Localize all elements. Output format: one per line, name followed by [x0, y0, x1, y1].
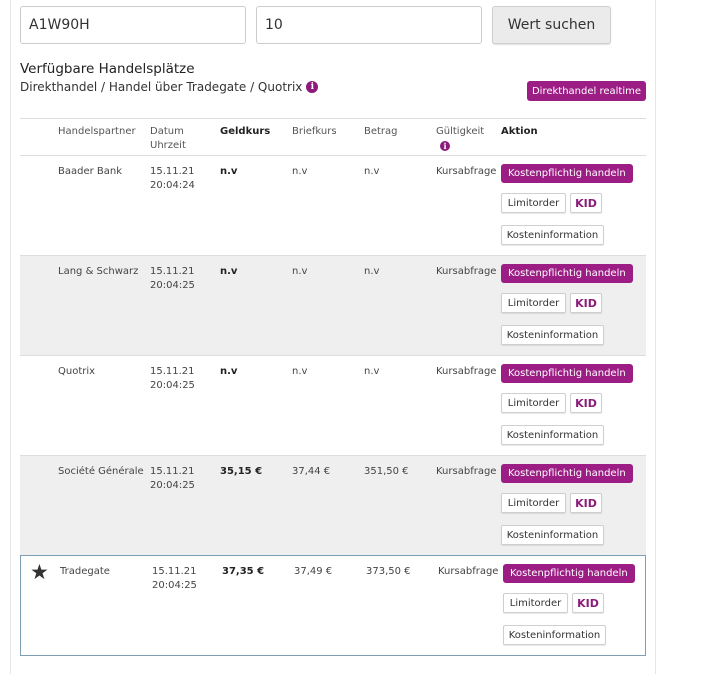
trade-time: 20:04:25: [150, 480, 195, 491]
kostenpflichtig-handeln-button[interactable]: Kostenpflichtig handeln: [501, 464, 633, 483]
kosteninformation-button[interactable]: Kosteninformation: [503, 625, 606, 645]
limitorder-button[interactable]: Limitorder: [501, 193, 566, 213]
kosteninformation-button[interactable]: Kosteninformation: [501, 525, 604, 545]
info-icon[interactable]: i: [306, 81, 319, 93]
trade-datetime: 15.11.21 20:04:25: [152, 565, 197, 593]
table-row: Société Générale 15.11.21 20:04:25 35,15 € 3…: [20, 455, 646, 555]
kid-button[interactable]: KID: [570, 193, 602, 213]
betrag-value: n.v: [364, 166, 380, 177]
col-datum: Datum Uhrzeit: [150, 125, 186, 153]
quantity-input[interactable]: [256, 6, 482, 44]
section-subtitle: Direkthandel / Handel über Tradegate / Q…: [20, 80, 319, 94]
kosteninformation-button[interactable]: Kosteninformation: [501, 325, 604, 345]
kid-button[interactable]: KID: [570, 493, 602, 513]
kosteninformation-button[interactable]: Kosteninformation: [501, 225, 604, 245]
gueltigkeit-info-icon[interactable]: i: [440, 141, 450, 151]
kid-button[interactable]: KID: [570, 393, 602, 413]
betrag-value: n.v: [364, 366, 380, 377]
briefkurs-value: n.v: [292, 366, 308, 377]
section-subtitle-text: Direkthandel / Handel über Tradegate / Q…: [20, 80, 303, 94]
trade-date: 15.11.21: [152, 566, 197, 577]
col-datum-label: Datum: [150, 126, 184, 137]
trade-date: 15.11.21: [150, 466, 195, 477]
briefkurs-value: 37,49 €: [294, 566, 333, 577]
col-aktion: Aktion: [501, 126, 538, 137]
content-frame-left: [10, 0, 11, 674]
partner-name: Baader Bank: [58, 166, 123, 177]
col-geldkurs: Geldkurs: [220, 126, 271, 137]
trade-time: 20:04:24: [150, 180, 195, 191]
table-row: Baader Bank 15.11.21 20:04:24 n.v n.v n.v Kurs…: [20, 155, 646, 255]
trade-time: 20:04:25: [150, 380, 195, 391]
gueltigkeit-value: Kursabfrage: [436, 366, 497, 377]
geldkurs-value: 35,15 €: [220, 466, 263, 477]
search-button[interactable]: Wert suchen: [492, 6, 611, 44]
wkn-input[interactable]: [20, 6, 246, 44]
kostenpflichtig-handeln-button[interactable]: Kostenpflichtig handeln: [501, 164, 633, 183]
limitorder-button[interactable]: Limitorder: [501, 493, 566, 513]
table-row: ★ Tradegate 15.11.21 20:04:25 37,35 € 37,49 €…: [20, 555, 646, 656]
limitorder-button[interactable]: Limitorder: [501, 393, 566, 413]
gueltigkeit-value: Kursabfrage: [436, 466, 497, 477]
table-top-border: [20, 118, 646, 119]
gueltigkeit-value: Kursabfrage: [438, 566, 499, 577]
col-uhrzeit-label: Uhrzeit: [150, 140, 186, 151]
table-row: Lang & Schwarz 15.11.21 20:04:25 n.v n.v n.v K…: [20, 255, 646, 355]
trade-datetime: 15.11.21 20:04:25: [150, 265, 195, 293]
trade-datetime: 15.11.21 20:04:25: [150, 465, 195, 493]
content-frame-right: [655, 0, 656, 674]
trade-datetime: 15.11.21 20:04:24: [150, 165, 195, 193]
limitorder-button[interactable]: Limitorder: [503, 593, 568, 613]
kosteninformation-button[interactable]: Kosteninformation: [501, 425, 604, 445]
kostenpflichtig-handeln-button[interactable]: Kostenpflichtig handeln: [501, 264, 633, 283]
geldkurs-value: n.v: [220, 366, 238, 377]
geldkurs-value: 37,35 €: [222, 566, 265, 577]
direkthandel-realtime-button[interactable]: Direkthandel realtime: [527, 81, 646, 101]
betrag-value: 351,50 €: [364, 466, 409, 477]
geldkurs-value: n.v: [220, 166, 238, 177]
col-gueltigkeit: Gültigkeit: [436, 126, 485, 137]
briefkurs-value: 37,44 €: [292, 466, 331, 477]
geldkurs-value: n.v: [220, 266, 238, 277]
partner-name: Quotrix: [58, 366, 96, 377]
section-title: Verfügbare Handelsplätze: [20, 61, 195, 77]
betrag-value: 373,50 €: [366, 566, 411, 577]
trade-time: 20:04:25: [150, 280, 195, 291]
partner-name: Tradegate: [60, 566, 110, 577]
col-briefkurs: Briefkurs: [292, 126, 337, 137]
betrag-value: n.v: [364, 266, 380, 277]
briefkurs-value: n.v: [292, 166, 308, 177]
table-row: Quotrix 15.11.21 20:04:25 n.v n.v n.v Kursabfr…: [20, 355, 646, 455]
col-betrag: Betrag: [364, 126, 398, 137]
trade-date: 15.11.21: [150, 166, 195, 177]
kostenpflichtig-handeln-button[interactable]: Kostenpflichtig handeln: [501, 364, 633, 383]
limitorder-button[interactable]: Limitorder: [501, 293, 566, 313]
kid-button[interactable]: KID: [570, 293, 602, 313]
partner-name: Lang & Schwarz: [58, 266, 139, 277]
trade-time: 20:04:25: [152, 580, 197, 591]
briefkurs-value: n.v: [292, 266, 308, 277]
trade-date: 15.11.21: [150, 366, 195, 377]
kid-button[interactable]: KID: [572, 593, 604, 613]
col-handelspartner: Handelspartner: [58, 126, 136, 137]
trade-datetime: 15.11.21 20:04:25: [150, 365, 195, 393]
star-icon[interactable]: ★: [30, 562, 49, 583]
partner-name: Société Générale: [58, 466, 144, 477]
gueltigkeit-value: Kursabfrage: [436, 266, 497, 277]
gueltigkeit-value: Kursabfrage: [436, 166, 497, 177]
trade-date: 15.11.21: [150, 266, 195, 277]
kostenpflichtig-handeln-button[interactable]: Kostenpflichtig handeln: [503, 564, 635, 583]
